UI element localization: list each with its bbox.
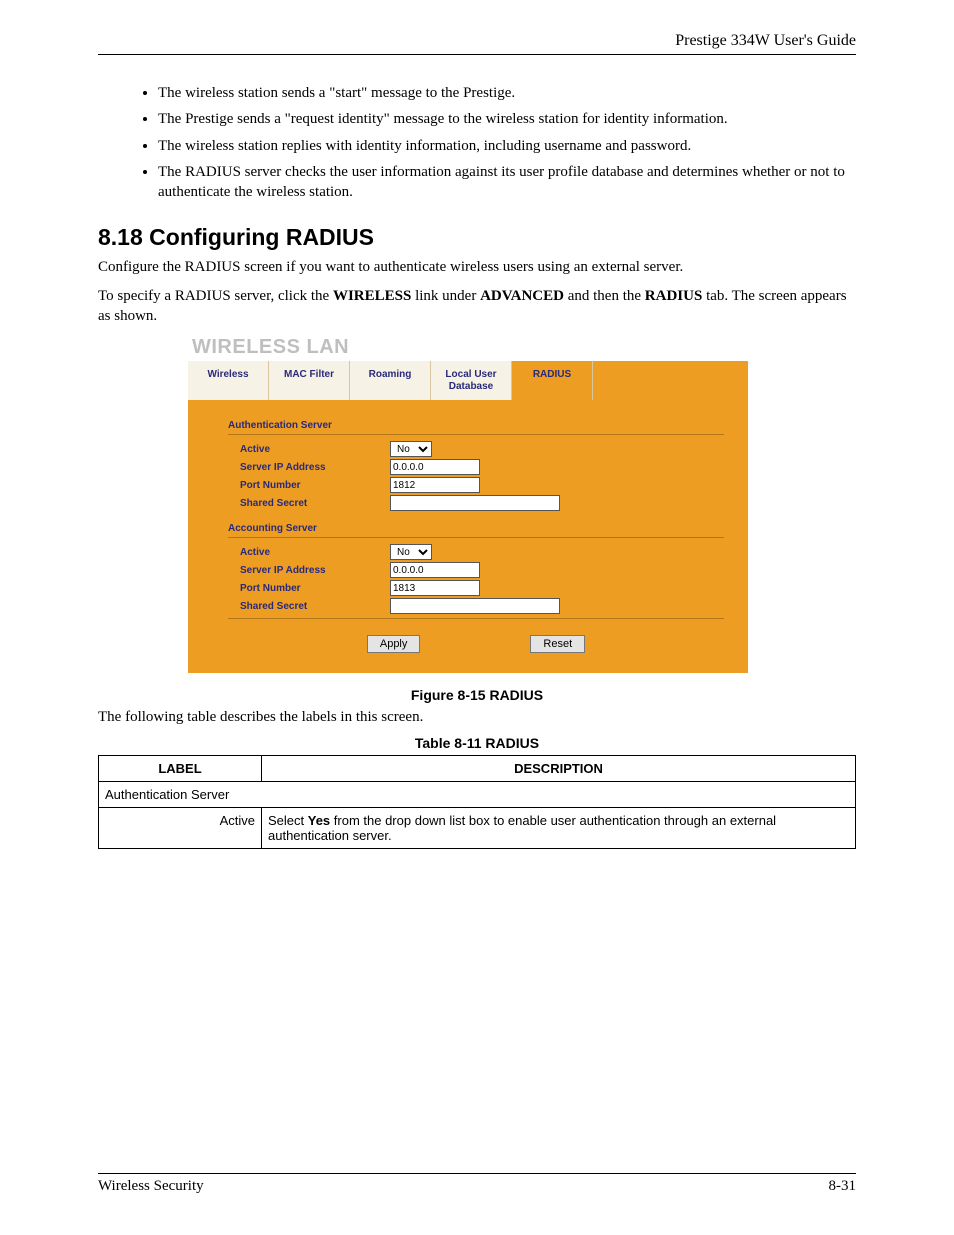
auth-secret-label: Shared Secret [228,498,390,509]
running-header: Prestige 334W User's Guide [98,32,856,55]
footer-section: Wireless Security [98,1178,204,1195]
acct-active-select[interactable]: No [390,544,432,560]
section-heading: 8.18 Configuring RADIUS [98,224,856,251]
auth-port-label: Port Number [228,480,390,491]
section-paragraph: To specify a RADIUS server, click the WI… [98,286,856,327]
radius-screenshot: WIRELESS LAN Wireless MAC Filter Roaming… [188,336,748,673]
col-label: LABEL [99,756,262,782]
screenshot-title: WIRELESS LAN [192,336,748,359]
figure-caption: Figure 8-15 RADIUS [98,687,856,703]
tab-wireless[interactable]: Wireless [188,361,269,400]
tab-roaming[interactable]: Roaming [350,361,431,400]
apply-button[interactable]: Apply [367,635,421,653]
page-footer: Wireless Security 8-31 [98,1173,856,1195]
acct-ip-input[interactable] [390,562,480,578]
auth-active-select[interactable]: No [390,441,432,457]
acct-ip-label: Server IP Address [228,565,390,576]
tab-bar: Wireless MAC Filter Roaming Local User D… [188,361,748,400]
bullet-item: The Prestige sends a "request identity" … [158,109,856,129]
auth-port-input[interactable] [390,477,480,493]
table-caption: Table 8-11 RADIUS [98,735,856,751]
tab-mac-filter[interactable]: MAC Filter [269,361,350,400]
tab-local-user-db[interactable]: Local User Database [431,361,512,400]
auth-section-header: Authentication Server [228,410,724,435]
reset-button[interactable]: Reset [530,635,585,653]
bullet-item: The wireless station replies with identi… [158,136,856,156]
col-description: DESCRIPTION [262,756,856,782]
acct-port-label: Port Number [228,583,390,594]
acct-active-label: Active [228,547,390,558]
bullet-item: The RADIUS server checks the user inform… [158,162,856,203]
auth-active-label: Active [228,444,390,455]
acct-secret-input[interactable] [390,598,560,614]
bullet-item: The wireless station sends a "start" mes… [158,83,856,103]
page-number: 8-31 [829,1178,857,1195]
acct-section-header: Accounting Server [228,513,724,538]
acct-port-input[interactable] [390,580,480,596]
table-row: Authentication Server [99,782,856,808]
table-row: Active Select Yes from the drop down lis… [99,808,856,849]
tab-radius[interactable]: RADIUS [512,361,593,400]
bullet-list: The wireless station sends a "start" mes… [98,83,856,202]
auth-ip-label: Server IP Address [228,462,390,473]
section-paragraph: Configure the RADIUS screen if you want … [98,257,856,277]
auth-ip-input[interactable] [390,459,480,475]
table-intro: The following table describes the labels… [98,707,856,727]
acct-secret-label: Shared Secret [228,601,390,612]
radius-table: LABEL DESCRIPTION Authentication Server … [98,755,856,849]
auth-secret-input[interactable] [390,495,560,511]
